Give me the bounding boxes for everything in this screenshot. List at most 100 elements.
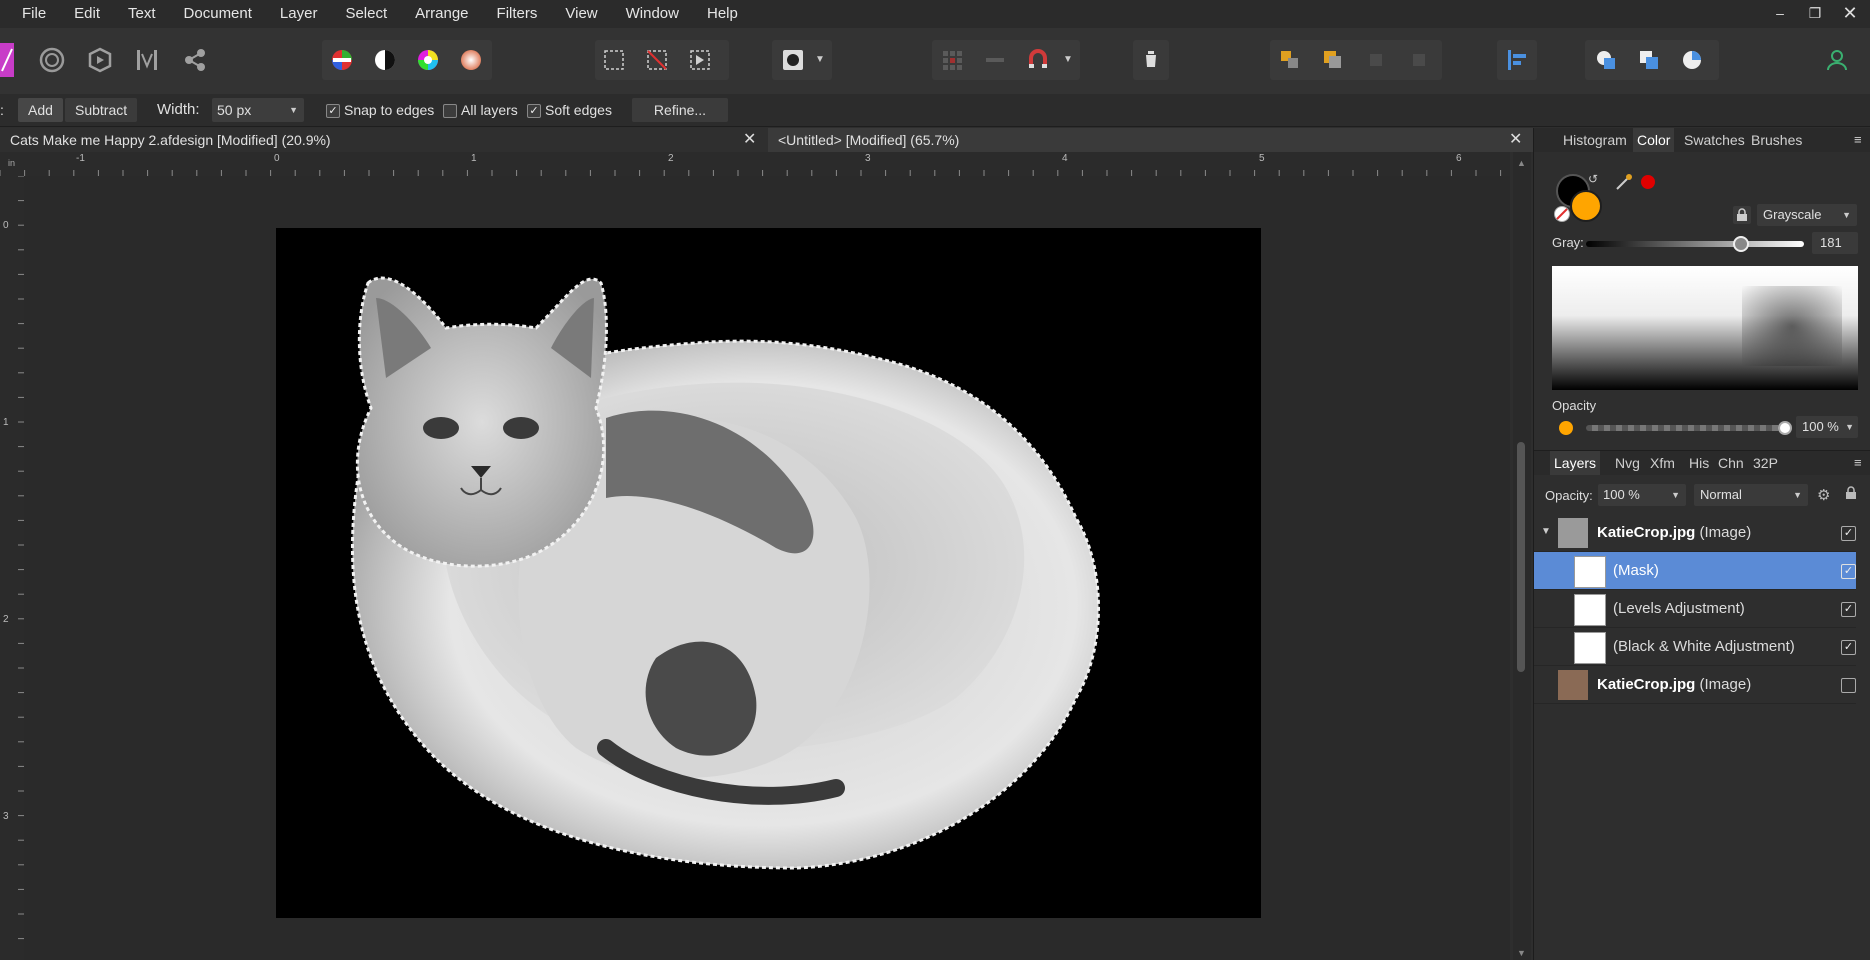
menu-filters[interactable]: Filters	[483, 0, 552, 28]
quick-mask-icon[interactable]	[776, 43, 810, 77]
tab-document-1[interactable]: Cats Make me Happy 2.afdesign [Modified]…	[0, 128, 770, 152]
share-icon[interactable]	[178, 43, 212, 77]
guides-icon[interactable]	[978, 43, 1012, 77]
tab-brushes[interactable]: Brushes	[1751, 128, 1802, 152]
account-icon[interactable]	[1820, 43, 1854, 77]
move-back-one-icon[interactable]	[1316, 43, 1350, 77]
tab-color[interactable]: Color	[1633, 128, 1675, 152]
document-canvas[interactable]	[276, 228, 1261, 918]
width-dropdown-icon[interactable]: ▼	[289, 98, 298, 122]
panel-menu-icon[interactable]: ≡	[1854, 128, 1862, 152]
layer-row[interactable]: (Levels Adjustment) ✓	[1534, 590, 1856, 628]
snap-to-edges-checkbox[interactable]: ✓	[326, 104, 340, 118]
swap-colors-icon[interactable]: ↺	[1588, 172, 1598, 186]
menu-window[interactable]: Window	[612, 0, 693, 28]
expand-triangle-icon[interactable]: ▼	[1541, 526, 1551, 537]
restore-icon[interactable]: ❐	[1800, 0, 1830, 28]
gray-value-field[interactable]: 181	[1812, 232, 1858, 254]
select-all-icon[interactable]	[597, 43, 631, 77]
color-mode-select[interactable]: Grayscale ▼	[1757, 204, 1857, 226]
snapping-dropdown-icon[interactable]: ▼	[1063, 54, 1073, 65]
no-color-icon[interactable]	[1554, 206, 1570, 222]
move-to-back-icon[interactable]	[1273, 43, 1307, 77]
tab-history[interactable]: His	[1689, 451, 1709, 475]
deselect-icon[interactable]	[640, 43, 674, 77]
gray-slider[interactable]	[1586, 241, 1804, 247]
menu-arrange[interactable]: Arrange	[401, 0, 482, 28]
move-to-front-icon[interactable]	[1402, 43, 1436, 77]
lock-icon[interactable]	[1845, 486, 1857, 503]
layer-visibility-checkbox[interactable]: ✓	[1841, 640, 1856, 655]
minimize-icon[interactable]: –	[1765, 0, 1795, 28]
width-field[interactable]: 50 px ▼	[212, 98, 304, 122]
canvas-area[interactable]	[24, 176, 1510, 960]
tab-swatches[interactable]: Swatches	[1684, 128, 1745, 152]
add-mode-button[interactable]: Add	[18, 98, 63, 122]
persona-pixel-icon[interactable]	[35, 43, 69, 77]
refine-button[interactable]: Refine...	[632, 98, 728, 122]
layer-visibility-checkbox[interactable]: ✓	[1841, 526, 1856, 541]
close-tab-icon[interactable]: ✕	[1509, 128, 1522, 152]
add-boolean-icon[interactable]	[1589, 43, 1623, 77]
grid-icon[interactable]	[935, 43, 969, 77]
gear-icon[interactable]: ⚙	[1817, 486, 1830, 504]
layer-visibility-checkbox[interactable]	[1841, 678, 1856, 693]
fill-color-well[interactable]	[1570, 190, 1602, 222]
close-tab-icon[interactable]: ✕	[743, 128, 756, 152]
opacity-value-field[interactable]: 100 % ▼	[1796, 416, 1858, 438]
layer-row[interactable]: ▼ KatieCrop.jpg (Image) ✓	[1534, 514, 1856, 552]
flip-icon[interactable]	[130, 43, 164, 77]
invert-selection-icon[interactable]	[683, 43, 717, 77]
subtract-mode-button[interactable]: Subtract	[65, 98, 138, 122]
layer-visibility-checkbox[interactable]: ✓	[1841, 602, 1856, 617]
tab-channels[interactable]: Chn	[1718, 451, 1744, 475]
menu-layer[interactable]: Layer	[266, 0, 332, 28]
panel-menu-icon[interactable]: ≡	[1854, 451, 1862, 475]
hsl-icon[interactable]	[411, 43, 445, 77]
menu-help[interactable]: Help	[693, 0, 752, 28]
tab-document-2[interactable]: <Untitled> [Modified] (65.7%)	[768, 128, 1540, 152]
subtract-boolean-icon[interactable]	[1632, 43, 1666, 77]
opacity-slider-handle[interactable]	[1778, 421, 1792, 435]
all-layers-checkbox[interactable]	[443, 104, 457, 118]
color-picker-icon[interactable]	[1614, 172, 1634, 195]
black-white-icon[interactable]	[368, 43, 402, 77]
color-field[interactable]	[1552, 266, 1858, 390]
menu-text[interactable]: Text	[114, 0, 170, 28]
layer-row-selected[interactable]: (Mask) ✓	[1534, 552, 1856, 590]
vertical-scrollbar[interactable]: ▲ ▼	[1513, 152, 1531, 960]
scrollbar-thumb[interactable]	[1517, 442, 1525, 672]
snapping-magnet-icon[interactable]	[1021, 43, 1055, 77]
layer-opacity-field[interactable]: 100 % ▼	[1598, 484, 1686, 506]
align-left-icon[interactable]	[1500, 43, 1534, 77]
tab-histogram[interactable]: Histogram	[1563, 128, 1627, 152]
persona-export-icon[interactable]	[83, 43, 117, 77]
close-window-icon[interactable]: ✕	[1835, 0, 1865, 28]
menu-view[interactable]: View	[551, 0, 611, 28]
intersect-boolean-icon[interactable]	[1675, 43, 1709, 77]
opacity-slider[interactable]	[1586, 425, 1784, 431]
blend-mode-select[interactable]: Normal ▼	[1694, 484, 1808, 506]
tab-navigator[interactable]: Nvg	[1615, 451, 1640, 475]
move-forward-one-icon[interactable]	[1359, 43, 1393, 77]
scroll-up-icon[interactable]: ▲	[1517, 158, 1526, 168]
layer-row[interactable]: KatieCrop.jpg (Image)	[1534, 666, 1856, 704]
picked-color-swatch[interactable]	[1641, 175, 1655, 189]
gray-slider-handle[interactable]	[1733, 236, 1749, 252]
scroll-down-icon[interactable]: ▼	[1517, 948, 1526, 958]
layer-row[interactable]: (Black & White Adjustment) ✓	[1534, 628, 1856, 666]
lock-icon[interactable]	[1733, 206, 1751, 224]
layer-visibility-checkbox[interactable]: ✓	[1841, 564, 1856, 579]
tab-32p[interactable]: 32P	[1753, 451, 1778, 475]
tab-transform[interactable]: Xfm	[1650, 451, 1675, 475]
tab-layers[interactable]: Layers	[1550, 451, 1601, 475]
levels-icon[interactable]	[325, 43, 359, 77]
gradient-map-icon[interactable]	[454, 43, 488, 77]
chevron-down-icon[interactable]: ▼	[815, 54, 825, 65]
menu-select[interactable]: Select	[331, 0, 401, 28]
persona-designer-icon[interactable]	[0, 43, 14, 77]
brush-tip-icon[interactable]	[1134, 43, 1168, 77]
menu-document[interactable]: Document	[170, 0, 266, 28]
menu-file[interactable]: File	[0, 0, 60, 28]
soft-edges-checkbox[interactable]: ✓	[527, 104, 541, 118]
